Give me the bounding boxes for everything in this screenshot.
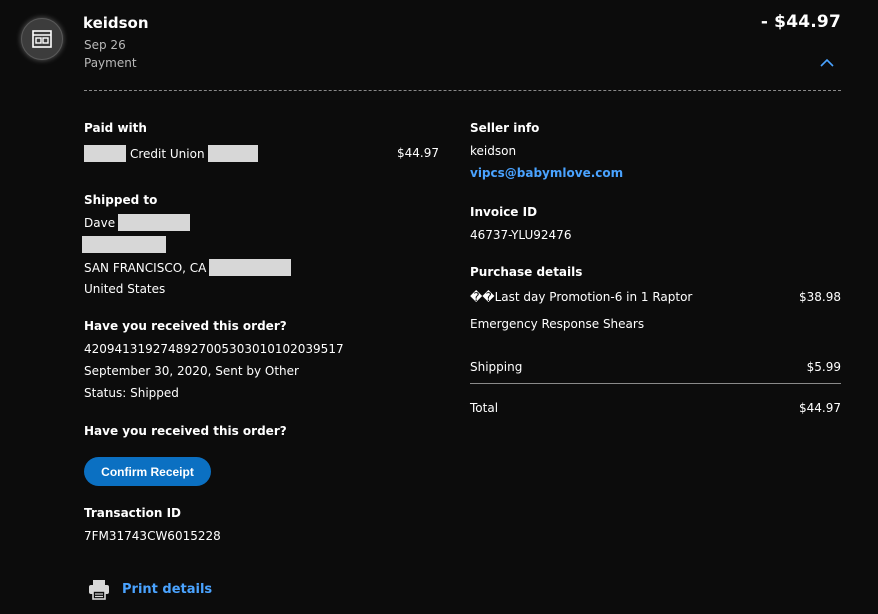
shipping-first-name: Dave [84,215,116,230]
seller-email-link[interactable]: vipcs@babymlove.com [470,166,623,180]
print-details-link[interactable]: Print details [122,582,212,597]
seller-info-label: Seller info [470,121,540,135]
shipped-to-label: Shipped to [84,193,158,207]
receipt-question: Have you received this order? [84,424,287,438]
paid-with-label: Paid with [84,121,147,135]
merchant-name: keidson [83,14,149,32]
tracking-question: Have you received this order? [84,319,287,333]
invoice-id-value: 46737-YLU92476 [470,228,572,242]
redacted-block [118,214,191,231]
printer-icon[interactable] [88,579,110,600]
purchase-item-amount: $38.98 [799,290,841,304]
purchase-item-name-cont: Emergency Response Shears [470,317,645,331]
chevron-up-icon[interactable] [820,58,834,68]
shipping-city: SAN FRANCISCO, CA [84,259,292,276]
store-icon [32,30,52,48]
transaction-id-label: Transaction ID [84,506,182,520]
confirm-receipt-button[interactable]: Confirm Receipt [84,457,211,486]
paid-with-source: Credit Union [84,145,258,162]
shipping-name: Dave [84,214,191,231]
seller-name: keidson [470,144,517,158]
paid-with-amount: $44.97 [397,146,439,160]
shipping-city-state: SAN FRANCISCO, CA [84,260,207,275]
redacted-block [209,259,292,276]
tracking-status: Status: Shipped [84,386,179,400]
purchase-item-name: ��Last day Promotion-6 in 1 Raptor [470,290,693,304]
redacted-block [207,145,258,162]
total-amount: $44.97 [799,401,841,415]
redacted-block [84,145,126,162]
totals-divider [470,383,841,384]
transaction-date: Sep 26 [84,38,126,52]
tracking-number: 420941319274892700530301010203951​7 [84,342,344,356]
header-divider [84,90,841,91]
shipping-amount: $5.99 [806,360,841,374]
invoice-id-label: Invoice ID [470,205,538,219]
payment-source-name: Credit Union [130,146,205,161]
total-label: Total [470,401,499,415]
transaction-id-value: 7FM31743CW6015228 [84,529,221,543]
transaction-amount: - $44.97 [760,12,841,32]
tracking-sent-info: September 30, 2020, Sent by Other [84,364,299,378]
shipping-label: Shipping [470,360,523,374]
merchant-avatar [21,18,63,60]
transaction-type: Payment [84,56,137,70]
shipping-country: United States [84,282,166,296]
redacted-address-line [82,236,166,253]
purchase-details-label: Purchase details [470,265,583,279]
